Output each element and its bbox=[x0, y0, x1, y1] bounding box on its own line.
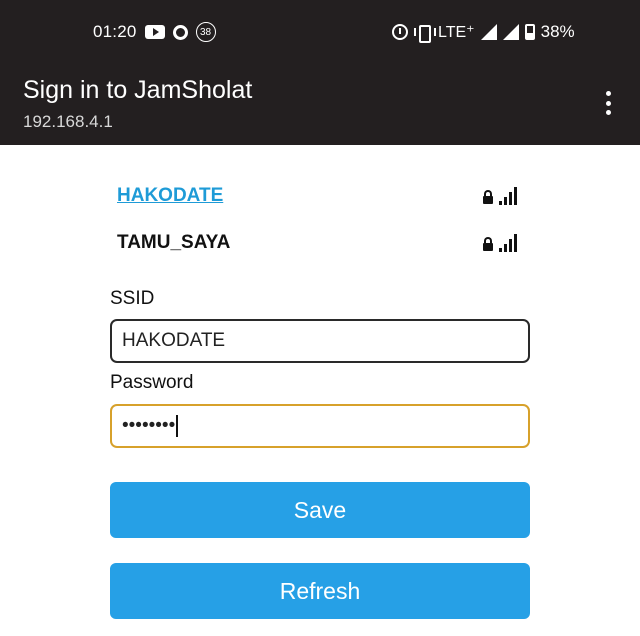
save-button[interactable]: Save bbox=[110, 482, 530, 538]
notification-count-badge: 38 bbox=[195, 22, 216, 42]
status-left: 01:20 38 bbox=[93, 22, 216, 42]
page-title: Sign in to JamSholat bbox=[23, 76, 253, 104]
battery-level: 38% bbox=[540, 22, 575, 41]
clock: 01:20 bbox=[93, 22, 137, 41]
signal-icon bbox=[480, 24, 497, 40]
ssid-input-value: HAKODATE bbox=[122, 330, 226, 351]
ssid-label: SSID bbox=[110, 288, 155, 309]
network-icons bbox=[483, 187, 517, 205]
network-link[interactable]: TAMU_SAYA bbox=[117, 232, 230, 254]
network-item-tamu-saya[interactable]: TAMU_SAYA bbox=[117, 229, 523, 257]
network-type: LTE⁺ bbox=[438, 24, 475, 41]
youtube-icon bbox=[144, 25, 165, 39]
text-caret bbox=[176, 415, 179, 437]
signal-icon-2 bbox=[502, 24, 519, 40]
password-input[interactable]: •••••••• bbox=[110, 404, 530, 448]
network-link[interactable]: HAKODATE bbox=[117, 185, 223, 207]
battery-icon bbox=[524, 24, 535, 40]
vibrate-icon bbox=[414, 25, 436, 43]
circle-notification-icon bbox=[172, 24, 188, 40]
lock-icon bbox=[483, 190, 493, 204]
wifi-signal-icon bbox=[499, 234, 517, 252]
network-item-hakodate[interactable]: HAKODATE bbox=[117, 182, 523, 210]
lock-icon bbox=[483, 237, 493, 251]
status-bar: 01:20 38 LTE⁺ 38% bbox=[0, 0, 640, 62]
alarm-icon bbox=[392, 24, 408, 40]
refresh-button[interactable]: Refresh bbox=[110, 563, 530, 619]
app-bar: Sign in to JamSholat 192.168.4.1 bbox=[0, 62, 640, 145]
more-vert-icon[interactable] bbox=[600, 91, 616, 115]
page-subtitle: 192.168.4.1 bbox=[23, 112, 113, 131]
ssid-input[interactable]: HAKODATE bbox=[110, 319, 530, 363]
password-input-value: •••••••• bbox=[122, 415, 176, 436]
password-label: Password bbox=[110, 372, 194, 393]
network-icons bbox=[483, 234, 517, 252]
wifi-signal-icon bbox=[499, 187, 517, 205]
status-right: LTE⁺ 38% bbox=[392, 22, 575, 43]
